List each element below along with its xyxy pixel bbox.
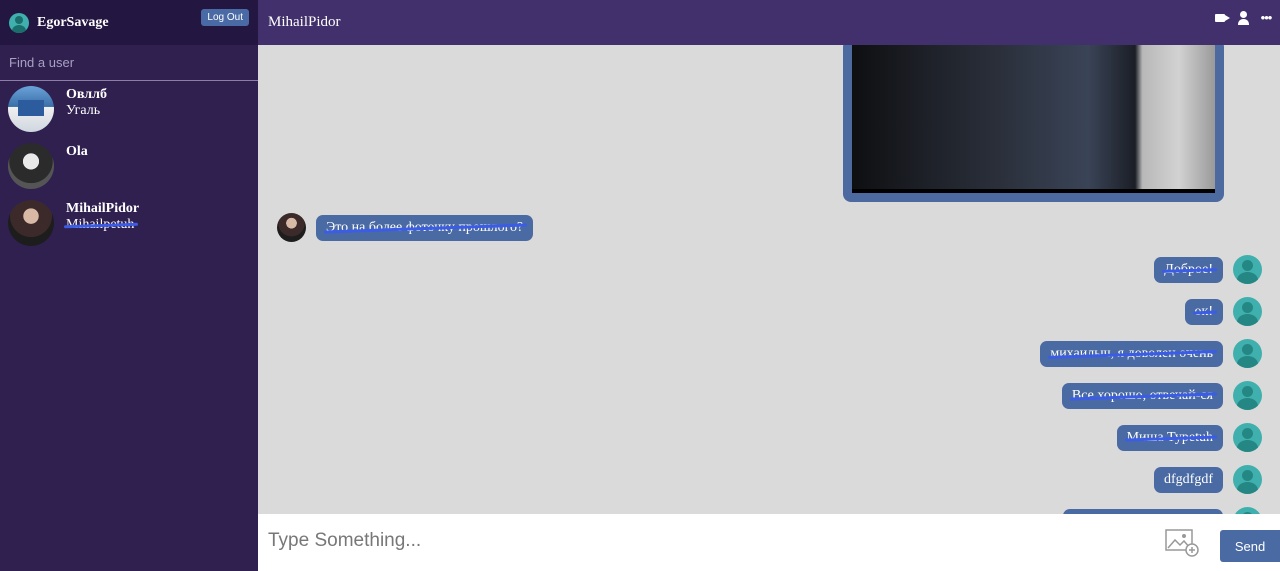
attach-image-icon[interactable] [1165, 529, 1199, 557]
message-list[interactable]: Это на более фоточку прошлого? Доброе! о… [258, 45, 1280, 514]
contact-name: MihailPidor [66, 201, 140, 216]
chat-title: MihailPidor [268, 14, 341, 30]
message-text: Доброе! [1164, 261, 1213, 277]
message-text: михаилыч, я доволен очень [1050, 345, 1213, 361]
contact-name: Ola [66, 144, 88, 159]
video-camera-icon[interactable] [1214, 10, 1230, 26]
message-text: Это на более фоточку прошлого? [326, 219, 524, 235]
message-bubble: ок! [1184, 298, 1223, 325]
contact-item[interactable]: Ola [0, 138, 258, 195]
my-avatar [1233, 381, 1262, 410]
message-row: Все хорошо, отвечай-ся [1061, 381, 1262, 410]
find-user-input[interactable] [9, 55, 249, 70]
message-composer: Send [258, 514, 1280, 571]
message-input[interactable] [268, 530, 1118, 552]
my-avatar [1233, 423, 1262, 452]
my-avatar [1233, 255, 1262, 284]
message-row: Это на более фоточку прошлого? [277, 213, 534, 242]
contact-avatar [8, 200, 54, 246]
user-search [0, 45, 258, 81]
peer-avatar [277, 213, 306, 242]
shared-image[interactable] [852, 45, 1215, 193]
contact-last-message: Mihailpetuh [66, 217, 135, 232]
my-avatar [1233, 339, 1262, 368]
message-row: михаилыч, я доволен очень [1040, 339, 1262, 368]
message-bubble: dfgdfgdf [1154, 466, 1223, 493]
logout-button[interactable]: Log Out [201, 9, 249, 26]
contact-avatar [8, 86, 54, 132]
message-bubble: Миша Туpetuh [1116, 424, 1223, 451]
add-user-icon[interactable] [1236, 10, 1252, 26]
sidebar: EgorSavage Log Out Овллб Угаль Ola Mihai… [0, 0, 258, 571]
my-avatar [1233, 297, 1262, 326]
message-bubble: Все хорошо, отвечай-ся [1061, 382, 1223, 409]
contact-item[interactable]: Овллб Угаль [0, 81, 258, 138]
contact-avatar [8, 143, 54, 189]
sidebar-header: EgorSavage Log Out [0, 0, 258, 45]
message-bubble: Доброе! [1154, 256, 1223, 283]
contact-name: Овллб [66, 87, 107, 102]
more-icon[interactable]: ••• [1258, 10, 1274, 26]
message-row: Миша Туpetuh [1116, 423, 1262, 452]
message-text: Все хорошо, отвечай-ся [1071, 387, 1213, 403]
message-row: Доброе! [1154, 255, 1262, 284]
message-row [1063, 507, 1262, 514]
my-avatar [1233, 507, 1262, 514]
message-text: ок! [1194, 303, 1213, 319]
contact-last-message: Угаль [66, 103, 101, 118]
image-message[interactable] [843, 45, 1224, 202]
current-user-avatar [9, 12, 29, 33]
message-bubble: Это на более фоточку прошлого? [316, 214, 534, 241]
contact-item[interactable]: MihailPidor Mihailpetuh [0, 195, 258, 252]
current-user-name: EgorSavage [37, 14, 109, 30]
chat-header: MihailPidor ••• [258, 0, 1280, 45]
message-text: Миша Туpetuh [1126, 429, 1213, 445]
message-row: ок! [1184, 297, 1262, 326]
send-button[interactable]: Send [1220, 530, 1280, 562]
my-avatar [1233, 465, 1262, 494]
message-row: dfgdfgdf [1154, 465, 1262, 494]
message-bubble: михаилыч, я доволен очень [1040, 340, 1223, 367]
message-text: dfgdfgdf [1164, 471, 1213, 487]
